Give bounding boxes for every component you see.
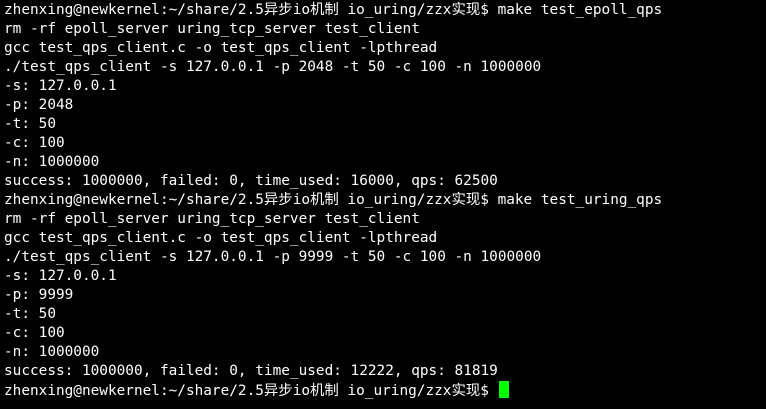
output-line: -p: 2048 <box>4 97 74 113</box>
output-line: -s: 127.0.0.1 <box>4 78 117 94</box>
output-line: -c: 100 <box>4 135 65 151</box>
output-line: success: 1000000, failed: 0, time_used: … <box>4 173 498 189</box>
command-text: make test_epoll_qps <box>497 2 663 18</box>
prompt-line: zhenxing@newkernel:~/share/2.5异步io机制 io_… <box>4 1 766 20</box>
output-line: -t: 50 <box>4 116 56 132</box>
output-line: gcc test_qps_client.c -o test_qps_client… <box>4 40 438 56</box>
prompt-line: zhenxing@newkernel:~/share/2.5异步io机制 io_… <box>4 191 766 210</box>
terminal-window[interactable]: zhenxing@newkernel:~/share/2.5异步io机制 io_… <box>0 0 766 409</box>
output-line: -n: 1000000 <box>4 154 100 170</box>
output-line: -p: 9999 <box>4 287 74 303</box>
shell-prompt: zhenxing@newkernel:~/share/2.5异步io机制 io_… <box>4 2 498 18</box>
output-line: -c: 100 <box>4 325 65 341</box>
output-line: rm -rf epoll_server uring_tcp_server tes… <box>4 21 420 37</box>
output-line: gcc test_qps_client.c -o test_qps_client… <box>4 230 438 246</box>
output-line: -s: 127.0.0.1 <box>4 268 117 284</box>
output-line: rm -rf epoll_server uring_tcp_server tes… <box>4 211 420 227</box>
output-line: success: 1000000, failed: 0, time_used: … <box>4 363 498 379</box>
prompt-line: zhenxing@newkernel:~/share/2.5异步io机制 io_… <box>4 381 766 400</box>
command-text: make test_uring_qps <box>497 192 663 208</box>
shell-prompt: zhenxing@newkernel:~/share/2.5异步io机制 io_… <box>4 192 498 208</box>
output-line: ./test_qps_client -s 127.0.0.1 -p 2048 -… <box>4 59 542 75</box>
text-cursor <box>498 381 509 398</box>
output-line: -t: 50 <box>4 306 56 322</box>
shell-prompt: zhenxing@newkernel:~/share/2.5异步io机制 io_… <box>4 383 498 399</box>
output-line: -n: 1000000 <box>4 344 100 360</box>
output-line: ./test_qps_client -s 127.0.0.1 -p 9999 -… <box>4 249 542 265</box>
